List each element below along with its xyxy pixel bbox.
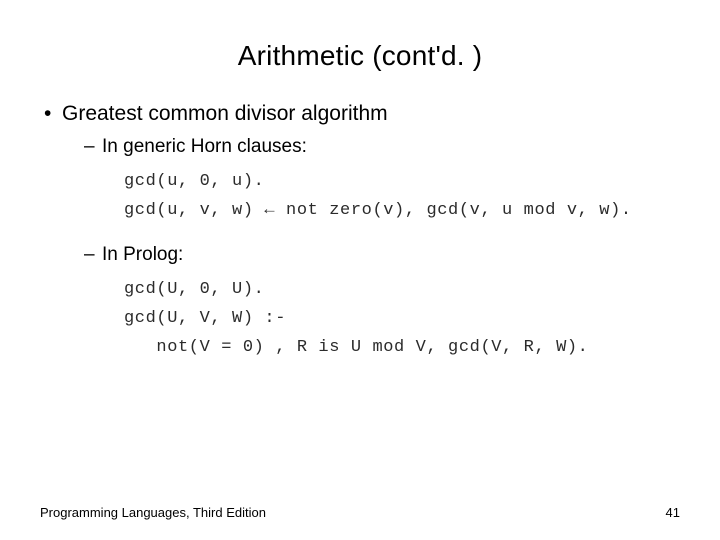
bullet-main: Greatest common divisor algorithm [40,102,680,126]
bullet-sub-prolog: In Prolog: [40,244,680,266]
bullet-sub-horn: In generic Horn clauses: [40,136,680,158]
footer: Programming Languages, Third Edition 41 [40,505,680,520]
code-prolog: gcd(U, 0, U). gcd(U, V, W) :- not(V = 0)… [124,276,680,363]
footer-page-number: 41 [666,505,680,520]
footer-book-title: Programming Languages, Third Edition [40,505,266,520]
slide-title: Arithmetic (cont'd. ) [40,40,680,72]
code-horn-clauses: gcd(u, 0, u). gcd(u, v, w) ← not zero(v)… [124,168,680,226]
slide: Arithmetic (cont'd. ) Greatest common di… [0,0,720,540]
